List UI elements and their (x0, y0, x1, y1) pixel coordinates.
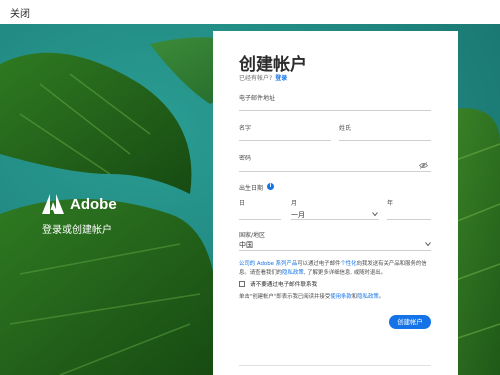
country-select[interactable]: 中国 (239, 240, 253, 250)
email-label: 电子邮件地址 (239, 95, 276, 102)
top-bar: 关闭 (0, 0, 500, 24)
terms-text: 单击"创建帐户"即表示我已阅读并接受使用条款和隐私政策。 (239, 292, 384, 300)
divider (239, 365, 431, 366)
brand-name: Adobe (70, 195, 117, 213)
adobe-logo-icon (42, 194, 64, 214)
terms-prefix: 单击"创建帐户"即表示我已阅读并接受 (239, 294, 331, 300)
notice-text-3: , 了解更多详细信息, 或随时退出。 (303, 270, 387, 276)
country-underline (239, 250, 431, 251)
close-link[interactable]: 关闭 (10, 5, 30, 20)
terms-suffix: 。 (378, 294, 385, 300)
day-label: 日 (239, 200, 246, 207)
birthdate-label: 出生日期 (239, 185, 264, 192)
year-field[interactable] (387, 219, 431, 220)
sign-in-link[interactable]: 登录 (275, 75, 287, 82)
marketing-notice: 公司的 Adobe 系列产品可以通过电子邮件个性化向我发送有关产品和服务的信息。… (239, 260, 434, 278)
day-field[interactable] (239, 219, 281, 220)
opt-out-label: 请不要通过电子邮件联系我 (250, 282, 318, 288)
page-title: 创建帐户 (239, 55, 307, 75)
hide-password-icon[interactable] (419, 162, 428, 169)
email-field[interactable] (239, 110, 431, 111)
signup-card: 创建帐户 已经有帐户? 登录 电子邮件地址 名字 姓氏 密码 出生日期 i 日 月… (213, 31, 458, 375)
terms-of-use-link[interactable]: 使用条款 (330, 294, 352, 300)
have-account-text: 已经有帐户? (239, 75, 273, 82)
have-account-line: 已经有帐户? 登录 (239, 73, 287, 82)
password-label: 密码 (239, 155, 252, 162)
year-label: 年 (387, 200, 394, 207)
personalized-link[interactable]: 个性化 (340, 261, 356, 267)
first-name-field[interactable] (239, 140, 331, 141)
create-account-button[interactable]: 创建帐户 (389, 315, 431, 329)
info-icon[interactable]: i (267, 183, 274, 190)
brand-tagline: 登录或创建帐户 (42, 225, 112, 236)
month-label: 月 (291, 200, 298, 207)
opt-out-checkbox[interactable] (239, 281, 245, 287)
month-underline (291, 219, 379, 220)
chevron-down-icon (425, 242, 431, 247)
notice-text-1: 可以通过电子邮件 (297, 261, 341, 267)
last-name-label: 姓氏 (339, 125, 352, 132)
adobe-family-link[interactable]: 公司的 Adobe 系列产品 (239, 261, 297, 267)
password-field[interactable] (239, 171, 431, 172)
chevron-down-icon (372, 212, 378, 217)
country-label: 国家/地区 (239, 232, 266, 239)
last-name-field[interactable] (339, 140, 431, 141)
brand-block: Adobe 登录或创建帐户 (42, 194, 117, 236)
privacy-policy-link[interactable]: 隐私政策 (282, 270, 304, 276)
terms-privacy-link[interactable]: 隐私政策 (357, 294, 379, 300)
first-name-label: 名字 (239, 125, 252, 132)
